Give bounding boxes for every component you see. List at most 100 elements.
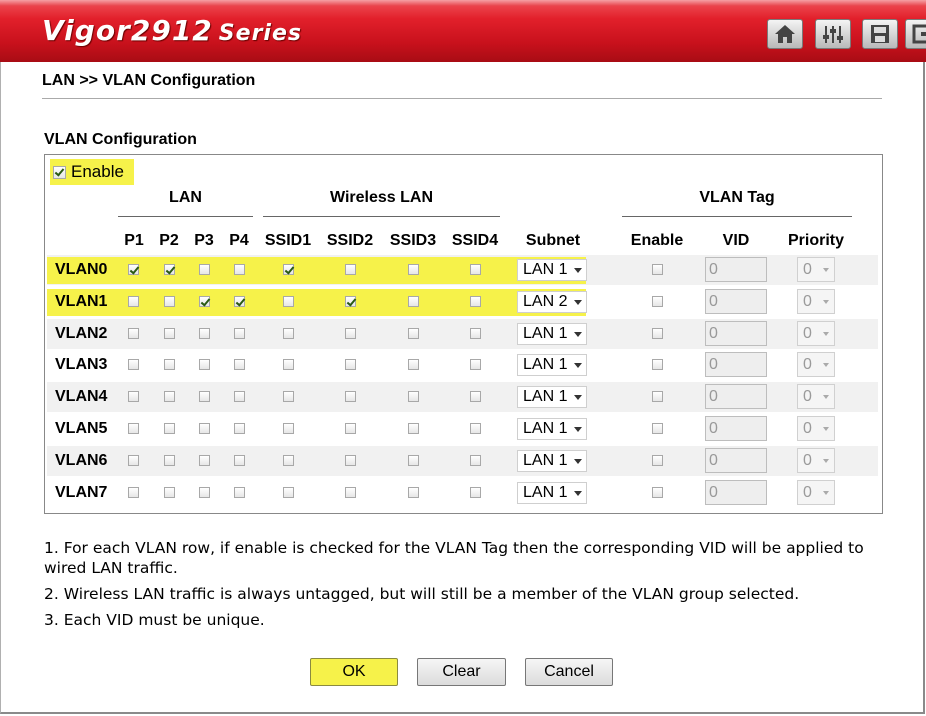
port-p4-checkbox[interactable] xyxy=(234,487,245,498)
home-button[interactable] xyxy=(767,19,803,49)
port-p1-checkbox[interactable] xyxy=(128,264,139,275)
priority-select[interactable]: 0 xyxy=(797,448,835,473)
ssid2-checkbox[interactable] xyxy=(345,487,356,498)
ssid1-checkbox[interactable] xyxy=(283,264,294,275)
ssid2-checkbox[interactable] xyxy=(345,455,356,466)
vid-input[interactable]: 0 xyxy=(705,416,767,441)
ssid4-checkbox[interactable] xyxy=(470,423,481,434)
port-p3-checkbox[interactable] xyxy=(199,264,210,275)
priority-select[interactable]: 0 xyxy=(797,257,835,282)
ssid1-checkbox[interactable] xyxy=(283,487,294,498)
vlan-tag-enable-checkbox[interactable] xyxy=(652,391,663,402)
port-p4-checkbox[interactable] xyxy=(234,391,245,402)
vid-input[interactable]: 0 xyxy=(705,384,767,409)
ssid4-checkbox[interactable] xyxy=(470,391,481,402)
subnet-select[interactable]: LAN 1 xyxy=(517,386,587,408)
subnet-select[interactable]: LAN 1 xyxy=(517,482,587,504)
port-p3-checkbox[interactable] xyxy=(199,423,210,434)
vlan-tag-enable-checkbox[interactable] xyxy=(652,359,663,370)
ssid4-checkbox[interactable] xyxy=(470,328,481,339)
priority-select[interactable]: 0 xyxy=(797,480,835,505)
logout-button[interactable] xyxy=(905,19,926,49)
ok-button[interactable]: OK xyxy=(310,658,398,686)
port-p4-checkbox[interactable] xyxy=(234,455,245,466)
ssid3-checkbox[interactable] xyxy=(408,264,419,275)
ssid3-checkbox[interactable] xyxy=(408,455,419,466)
port-p2-checkbox[interactable] xyxy=(164,487,175,498)
port-p4-checkbox[interactable] xyxy=(234,423,245,434)
vlan-tag-enable-checkbox[interactable] xyxy=(652,328,663,339)
ssid1-checkbox[interactable] xyxy=(283,296,294,307)
vlan-tag-enable-checkbox[interactable] xyxy=(652,264,663,275)
subnet-select[interactable]: LAN 1 xyxy=(517,418,587,440)
ssid2-checkbox[interactable] xyxy=(345,328,356,339)
port-p2-checkbox[interactable] xyxy=(164,359,175,370)
port-p1-checkbox[interactable] xyxy=(128,391,139,402)
port-p1-checkbox[interactable] xyxy=(128,359,139,370)
ssid3-checkbox[interactable] xyxy=(408,391,419,402)
port-p2-checkbox[interactable] xyxy=(164,264,175,275)
vlan-tag-enable-checkbox[interactable] xyxy=(652,487,663,498)
port-p1-checkbox[interactable] xyxy=(128,487,139,498)
subnet-select[interactable]: LAN 1 xyxy=(517,450,587,472)
vid-input[interactable]: 0 xyxy=(705,480,767,505)
port-p3-checkbox[interactable] xyxy=(199,328,210,339)
port-p3-checkbox[interactable] xyxy=(199,296,210,307)
ssid1-checkbox[interactable] xyxy=(283,423,294,434)
ssid3-checkbox[interactable] xyxy=(408,296,419,307)
ssid1-checkbox[interactable] xyxy=(283,455,294,466)
subnet-select[interactable]: LAN 2 xyxy=(517,291,587,313)
port-p3-checkbox[interactable] xyxy=(199,455,210,466)
ssid2-checkbox[interactable] xyxy=(345,391,356,402)
priority-select[interactable]: 0 xyxy=(797,416,835,441)
port-p4-checkbox[interactable] xyxy=(234,359,245,370)
port-p1-checkbox[interactable] xyxy=(128,328,139,339)
subnet-select[interactable]: LAN 1 xyxy=(517,354,587,376)
ssid2-checkbox[interactable] xyxy=(345,423,356,434)
ssid4-checkbox[interactable] xyxy=(470,455,481,466)
priority-select[interactable]: 0 xyxy=(797,289,835,314)
vid-input[interactable]: 0 xyxy=(705,352,767,377)
ssid4-checkbox[interactable] xyxy=(470,359,481,370)
clear-button[interactable]: Clear xyxy=(417,658,506,686)
vid-input[interactable]: 0 xyxy=(705,257,767,282)
ssid4-checkbox[interactable] xyxy=(470,296,481,307)
ssid4-checkbox[interactable] xyxy=(470,487,481,498)
ssid1-checkbox[interactable] xyxy=(283,391,294,402)
port-p3-checkbox[interactable] xyxy=(199,359,210,370)
priority-select[interactable]: 0 xyxy=(797,352,835,377)
ssid2-checkbox[interactable] xyxy=(345,359,356,370)
ssid4-checkbox[interactable] xyxy=(470,264,481,275)
priority-select[interactable]: 0 xyxy=(797,384,835,409)
settings-button[interactable] xyxy=(815,19,851,49)
subnet-select[interactable]: LAN 1 xyxy=(517,259,587,281)
port-p1-checkbox[interactable] xyxy=(128,296,139,307)
ssid3-checkbox[interactable] xyxy=(408,487,419,498)
ssid1-checkbox[interactable] xyxy=(283,328,294,339)
priority-select[interactable]: 0 xyxy=(797,321,835,346)
ssid1-checkbox[interactable] xyxy=(283,359,294,370)
cancel-button[interactable]: Cancel xyxy=(525,658,613,686)
vlan-tag-enable-checkbox[interactable] xyxy=(652,455,663,466)
port-p4-checkbox[interactable] xyxy=(234,264,245,275)
port-p2-checkbox[interactable] xyxy=(164,423,175,434)
port-p4-checkbox[interactable] xyxy=(234,328,245,339)
port-p4-checkbox[interactable] xyxy=(234,296,245,307)
vid-input[interactable]: 0 xyxy=(705,448,767,473)
enable-vlan-toggle[interactable]: Enable xyxy=(50,159,134,185)
subnet-select[interactable]: LAN 1 xyxy=(517,323,587,345)
port-p2-checkbox[interactable] xyxy=(164,328,175,339)
port-p1-checkbox[interactable] xyxy=(128,423,139,434)
port-p2-checkbox[interactable] xyxy=(164,296,175,307)
vlan-tag-enable-checkbox[interactable] xyxy=(652,296,663,307)
ssid3-checkbox[interactable] xyxy=(408,328,419,339)
enable-checkbox[interactable] xyxy=(53,165,66,179)
ssid3-checkbox[interactable] xyxy=(408,423,419,434)
port-p3-checkbox[interactable] xyxy=(199,487,210,498)
ssid2-checkbox[interactable] xyxy=(345,264,356,275)
port-p1-checkbox[interactable] xyxy=(128,455,139,466)
port-p3-checkbox[interactable] xyxy=(199,391,210,402)
save-button[interactable] xyxy=(862,19,898,49)
port-p2-checkbox[interactable] xyxy=(164,455,175,466)
ssid3-checkbox[interactable] xyxy=(408,359,419,370)
